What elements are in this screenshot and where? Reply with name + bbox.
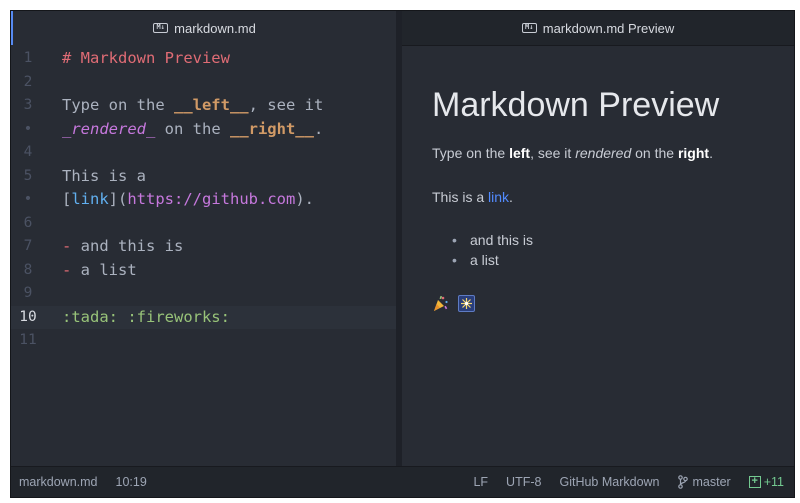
text: . <box>709 145 713 161</box>
code-token: - <box>62 237 81 255</box>
branch-name: master <box>692 475 731 489</box>
editor-pane[interactable]: M↓ markdown.md 1 # Markdown Preview 2 3 Type… <box>11 11 396 466</box>
status-git-branch[interactable]: master <box>677 475 731 489</box>
text: This is a <box>432 189 489 205</box>
emoji-row <box>432 295 475 312</box>
atom-window: M↓ markdown.md 1 # Markdown Preview 2 3 Type… <box>10 10 795 498</box>
code-token: and this is <box>80 237 184 255</box>
line-text: - a list <box>62 259 137 283</box>
code-token: , see it <box>248 96 324 114</box>
line-text: :tada: :fireworks: <box>62 306 230 330</box>
editor-line[interactable]: 8 - a list <box>11 259 396 283</box>
italic-text: rendered <box>575 145 632 161</box>
status-line-ending[interactable]: LF <box>473 475 488 489</box>
line-text: # Markdown Preview <box>62 47 230 71</box>
editor-line[interactable]: 2 <box>11 71 396 95</box>
code-token: link <box>71 190 109 208</box>
text: Type on the <box>432 145 510 161</box>
line-number: 11 <box>19 332 37 348</box>
line-text: [link](https://github.com). <box>62 188 314 212</box>
preview-link[interactable]: link <box>488 189 509 205</box>
status-grammar[interactable]: GitHub Markdown <box>559 475 659 489</box>
code-token: - <box>62 260 81 279</box>
preview-paragraph: Type on the left, see it rendered on the… <box>432 145 713 161</box>
code-token: [ <box>62 190 72 208</box>
editor-line[interactable]: 6 <box>11 212 396 236</box>
tab-markdown-preview[interactable]: M↓ markdown.md Preview <box>402 11 794 46</box>
line-number: 5 <box>23 167 33 184</box>
line-text: - and this is <box>62 235 183 259</box>
line-number: 2 <box>23 73 33 90</box>
line-number: 10 <box>19 308 37 325</box>
editor-line[interactable]: 11 <box>11 329 396 353</box>
status-encoding[interactable]: UTF-8 <box>506 475 541 489</box>
editor-line[interactable]: 4 <box>11 141 396 165</box>
preview-pane: M↓ markdown.md Preview Markdown Preview … <box>402 11 794 466</box>
tab-markdown-md[interactable]: M↓ markdown.md <box>11 11 396 45</box>
code-token: https://github.com <box>127 190 296 208</box>
text: on the <box>631 145 678 161</box>
diff-count: +11 <box>763 475 784 489</box>
status-bar: markdown.md 10:19 LF UTF-8 GitHub Markdo… <box>11 466 794 497</box>
code-token: Type on the <box>62 96 174 114</box>
code-token: ]( <box>108 190 128 208</box>
editor-line[interactable]: • _rendered_ on the __right__. <box>11 118 396 142</box>
markdown-icon: M↓ <box>153 23 169 33</box>
tada-icon <box>432 295 449 312</box>
code-token: # Markdown Preview <box>62 49 230 67</box>
line-number: 4 <box>23 144 33 160</box>
code-editor[interactable]: 1 # Markdown Preview 2 3 Type on the __left_… <box>11 47 396 353</box>
line-number: • <box>23 191 33 207</box>
code-token: :tada: :fireworks: <box>62 307 230 326</box>
code-token: This is a <box>62 166 146 185</box>
code-token: __left__ <box>173 96 249 114</box>
editor-line[interactable]: 1 # Markdown Preview <box>11 47 396 71</box>
list-item: a list <box>452 250 533 270</box>
git-diff-icon: + <box>748 476 761 488</box>
code-token: a list <box>80 260 137 279</box>
status-file-name[interactable]: markdown.md <box>19 475 98 489</box>
fireworks-icon <box>458 295 475 312</box>
line-number: 9 <box>23 285 33 301</box>
status-git-diff[interactable]: + +11 <box>748 475 784 489</box>
preview-list: and this is a list <box>452 230 533 270</box>
line-text: Type on the __left__, see it <box>62 94 323 118</box>
bold-text: right <box>677 145 710 161</box>
editor-line[interactable]: 10 :tada: :fireworks: <box>11 305 396 330</box>
markdown-icon: M↓ <box>521 23 537 33</box>
tab-label: markdown.md Preview <box>542 20 675 36</box>
line-number: 8 <box>23 261 33 278</box>
code-token: _rendered_ <box>62 119 156 138</box>
code-token: ). <box>295 190 314 208</box>
text: . <box>509 189 513 205</box>
git-branch-icon <box>677 475 688 489</box>
status-cursor-position[interactable]: 10:19 <box>116 475 147 489</box>
editor-line[interactable]: • [link](https://github.com). <box>11 188 396 212</box>
editor-line[interactable]: 5 This is a <box>11 165 396 189</box>
line-number: 7 <box>23 238 33 254</box>
line-number: 3 <box>23 97 33 113</box>
line-number: 6 <box>23 214 33 231</box>
list-item: and this is <box>452 230 533 250</box>
editor-line[interactable]: 7 - and this is <box>11 235 396 259</box>
line-number: • <box>23 120 33 137</box>
text: , see it <box>530 145 576 161</box>
bold-text: left <box>509 145 531 161</box>
preview-heading: Markdown Preview <box>432 86 720 124</box>
code-token: . <box>313 119 324 138</box>
line-number: 1 <box>23 50 33 66</box>
editor-line[interactable]: 3 Type on the __left__, see it <box>11 94 396 118</box>
line-text: This is a <box>62 165 146 189</box>
line-text: _rendered_ on the __right__. <box>62 118 323 142</box>
tab-label: markdown.md <box>174 20 256 36</box>
code-token: on the <box>155 119 230 138</box>
editor-line[interactable]: 9 <box>11 282 396 306</box>
preview-paragraph: This is a link. <box>432 189 513 205</box>
code-token: __right__ <box>229 119 314 138</box>
